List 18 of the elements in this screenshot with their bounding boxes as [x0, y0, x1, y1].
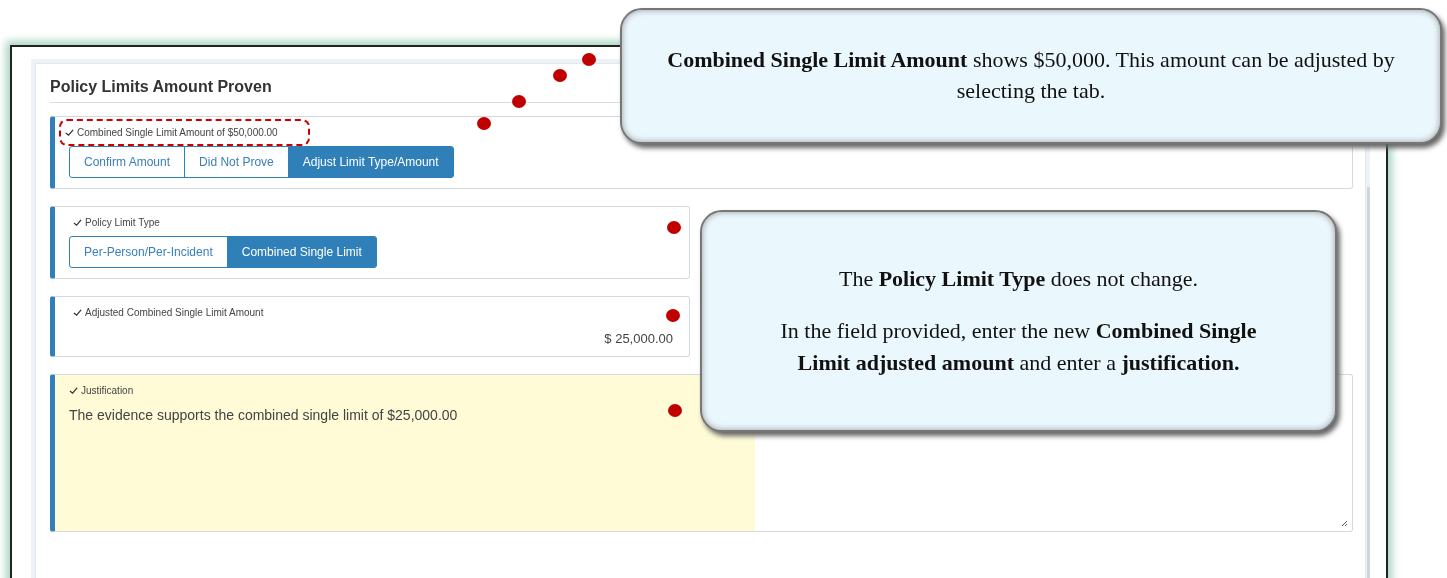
- check-icon: [65, 128, 74, 137]
- field-label: Justification: [81, 385, 134, 396]
- field-label: Policy Limit Type: [85, 217, 160, 228]
- option-button[interactable]: Did Not Prove: [184, 146, 289, 178]
- field-label: Combined Single Limit Amount of $50,000.00: [77, 127, 278, 138]
- check-icon: [73, 218, 82, 227]
- check-icon: [73, 308, 82, 317]
- option-button[interactable]: Confirm Amount: [69, 146, 186, 178]
- callout-text: In the field provided, enter the new Combined Single Limit adjusted amount and enter a justification.: [779, 317, 1258, 377]
- callout-text: The Policy Limit Type does not change.: [837, 265, 1200, 294]
- option-button[interactable]: Combined Single Limit: [226, 236, 377, 268]
- amount-field[interactable]: $ 25,000.00: [594, 329, 675, 346]
- check-icon: [69, 386, 78, 395]
- field-label: Adjusted Combined Single Limit Amount: [85, 307, 264, 318]
- resize-handle-icon[interactable]: [1340, 519, 1348, 527]
- option-button[interactable]: Adjust Limit Type/Amount: [287, 146, 454, 178]
- option-button[interactable]: Per-Person/Per-Incident: [69, 236, 228, 268]
- justification-field[interactable]: The evidence supports the combined single limit of $25,000.00: [55, 399, 1352, 531]
